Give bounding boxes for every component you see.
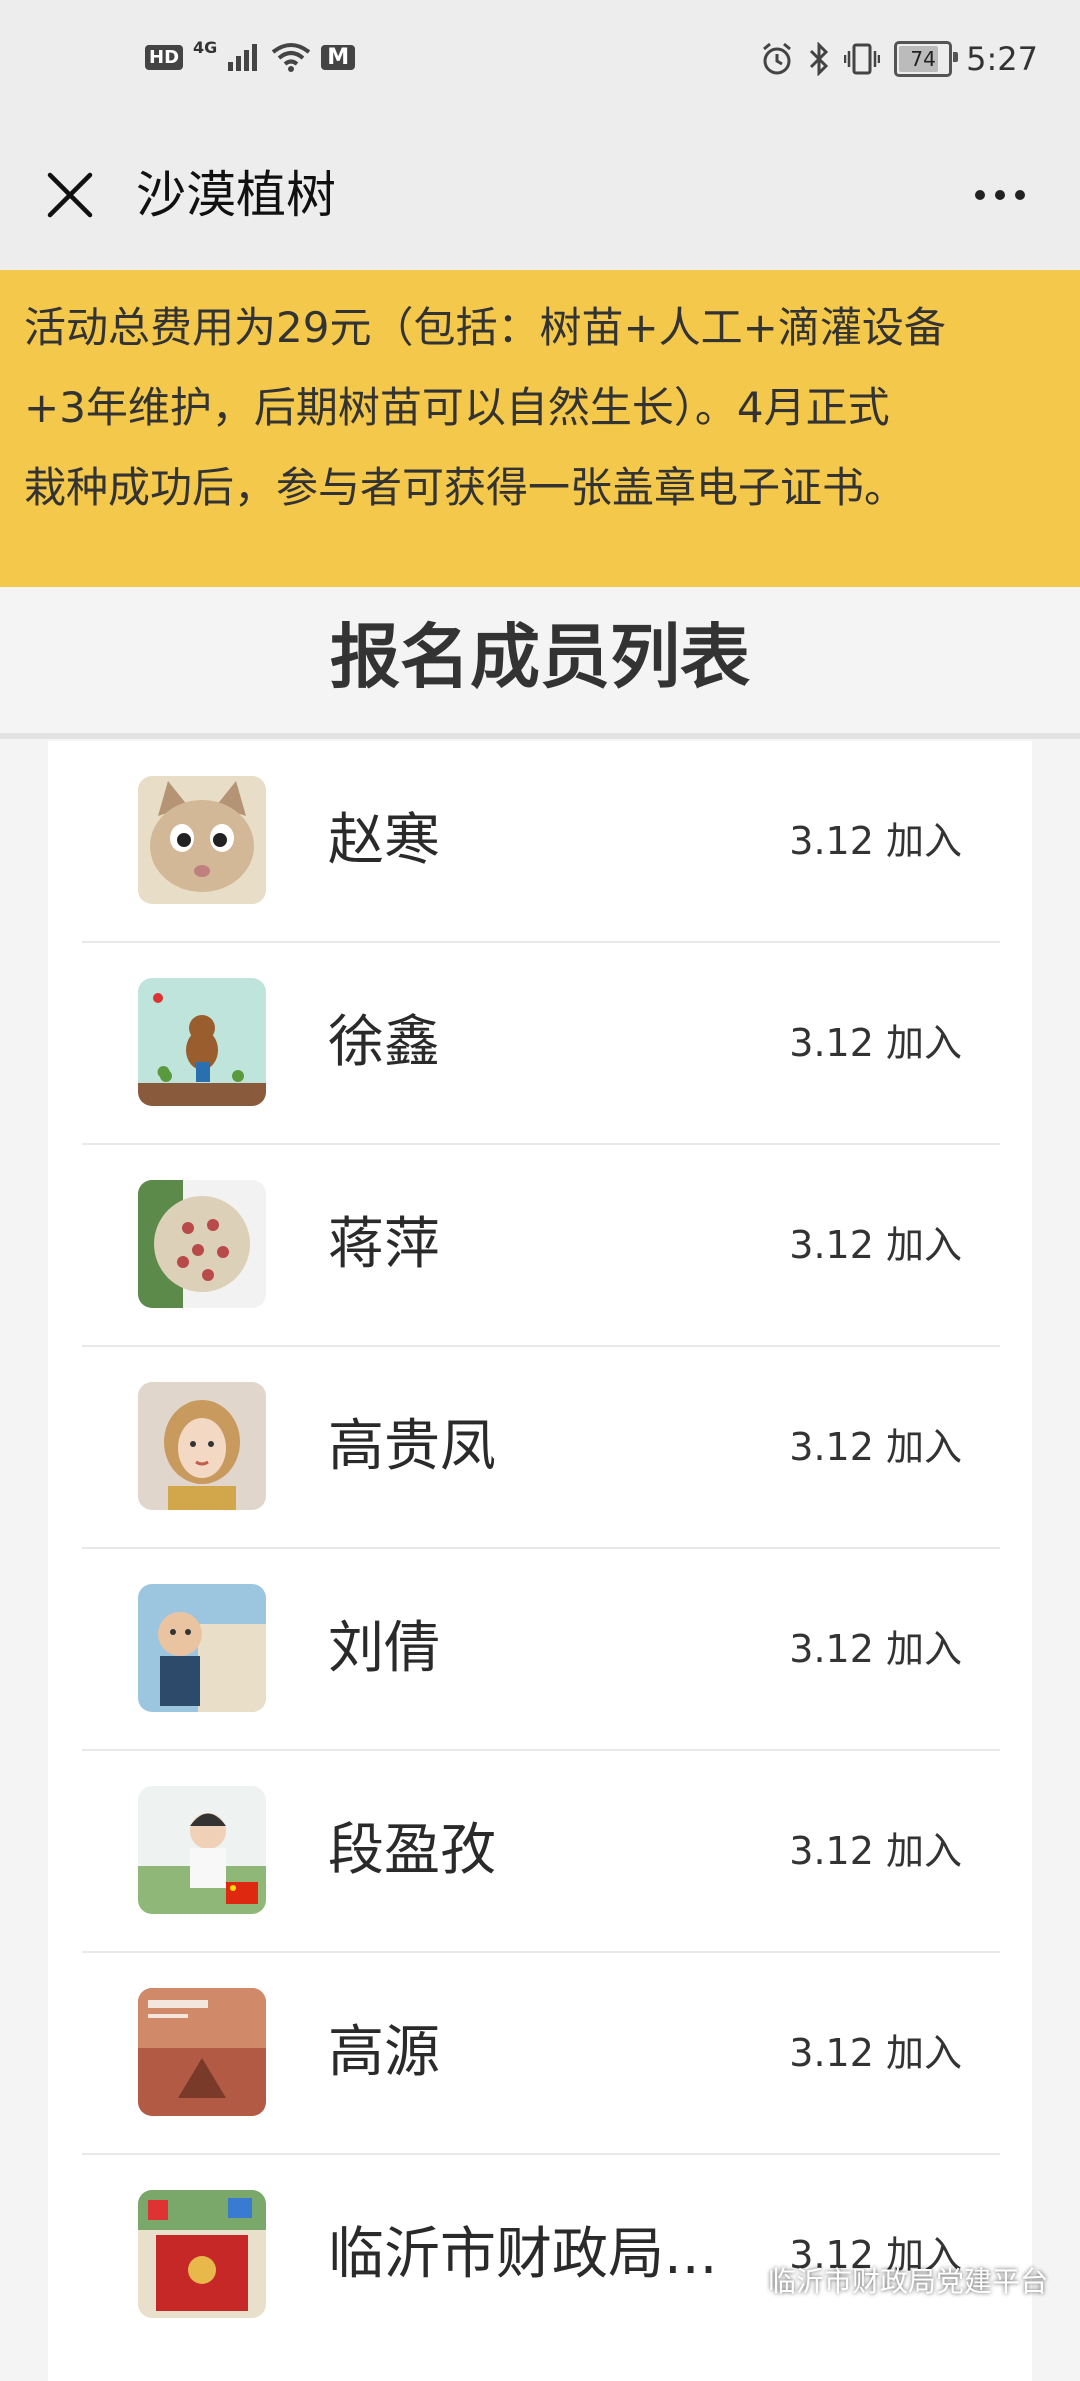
join-date: 3.12 加入 — [789, 819, 962, 863]
more-dot-icon — [1015, 190, 1025, 200]
member-name: 刘倩 — [328, 1616, 440, 1681]
signal-icon — [228, 44, 258, 71]
join-date: 3.12 加入 — [789, 1223, 962, 1267]
member-name: 段盈孜 — [328, 1818, 496, 1883]
join-date: 3.12 加入 — [789, 1425, 962, 1469]
battery-icon: 74 — [894, 41, 959, 77]
status-left: HD 4G M — [145, 38, 356, 72]
more-dot-icon — [995, 190, 1005, 200]
watermark-text: 临沂市财政局党建平台 — [767, 2265, 1048, 2298]
member-row[interactable]: 高贵凤 3.12 加入 — [82, 1347, 1000, 1549]
member-list: 赵寒 3.12 加入 徐鑫 3.12 加入 蒋萍 3.12 加入 高贵凤 3.1… — [48, 741, 1032, 2381]
woman-flag-avatar — [138, 1786, 266, 1914]
status-bar: HD 4G M 74 5:27 — [0, 0, 1080, 130]
notice-line: 活动总费用为29元（包括：树苗+人工+滴灌设备 — [24, 303, 946, 352]
join-date: 3.12 加入 — [789, 2031, 962, 2075]
notice-line: +3年维护，后期树苗可以自然生长）。4月正式 — [24, 383, 890, 432]
status-time: 5:27 — [966, 40, 1038, 78]
network-type-label: 4G — [193, 37, 218, 57]
join-date: 3.12 加入 — [789, 1829, 962, 1873]
vibrate-icon — [844, 43, 881, 75]
nav-bar: 沙漠植树 — [0, 130, 1080, 270]
activity-notice: 活动总费用为29元（包括：树苗+人工+滴灌设备 +3年维护，后期树苗可以自然生长… — [0, 270, 1080, 587]
wifi-icon — [272, 43, 311, 72]
wechat-icon — [727, 2266, 762, 2294]
hd-icon: HD — [145, 44, 184, 70]
battery-level-label: 74 — [910, 47, 936, 71]
alarm-icon — [763, 42, 792, 75]
red-box-avatar — [138, 2190, 266, 2318]
cartoon-bear-avatar — [138, 978, 266, 1106]
member-name: 蒋萍 — [328, 1212, 440, 1277]
member-name: 高源 — [328, 2020, 440, 2085]
illustrated-woman-avatar — [138, 1382, 266, 1510]
more-options-button[interactable] — [960, 170, 1040, 220]
member-row[interactable]: 徐鑫 3.12 加入 — [82, 943, 1000, 1145]
member-row[interactable]: 高源 3.12 加入 — [82, 1953, 1000, 2155]
member-row[interactable]: 赵寒 3.12 加入 — [82, 741, 1000, 943]
page-title: 沙漠植树 — [136, 166, 336, 224]
notice-line: 栽种成功后，参与者可获得一张盖章电子证书。 — [24, 463, 907, 512]
close-icon — [47, 172, 93, 218]
divider — [0, 733, 1080, 739]
join-date: 3.12 加入 — [789, 1021, 962, 1065]
close-button[interactable] — [40, 165, 100, 225]
member-row[interactable]: 段盈孜 3.12 加入 — [82, 1751, 1000, 1953]
member-name: 临沂市财政局... — [328, 2222, 718, 2287]
more-dot-icon — [975, 190, 985, 200]
child-photo-avatar — [138, 1584, 266, 1712]
member-name: 赵寒 — [328, 808, 440, 873]
bluetooth-icon — [810, 42, 829, 76]
flower-ball-avatar — [138, 1180, 266, 1308]
member-list-heading: 报名成员列表 — [0, 587, 1080, 735]
member-name: 徐鑫 — [328, 1010, 440, 1075]
wechat-watermark: 临沂市财政局党建平台 — [727, 2260, 1048, 2300]
member-row[interactable]: 临沂市财政局... 3.12 加入 — [82, 2155, 1000, 2357]
book-cover-avatar — [138, 1988, 266, 2116]
status-right: 74 5:27 — [760, 40, 1038, 78]
member-name: 高贵凤 — [328, 1414, 496, 1479]
member-row[interactable]: 刘倩 3.12 加入 — [82, 1549, 1000, 1751]
m-app-icon: M — [321, 44, 356, 70]
member-row[interactable]: 蒋萍 3.12 加入 — [82, 1145, 1000, 1347]
member-list-title: 报名成员列表 — [330, 616, 750, 698]
join-date: 3.12 加入 — [789, 1627, 962, 1671]
cat-avatar — [138, 776, 266, 904]
